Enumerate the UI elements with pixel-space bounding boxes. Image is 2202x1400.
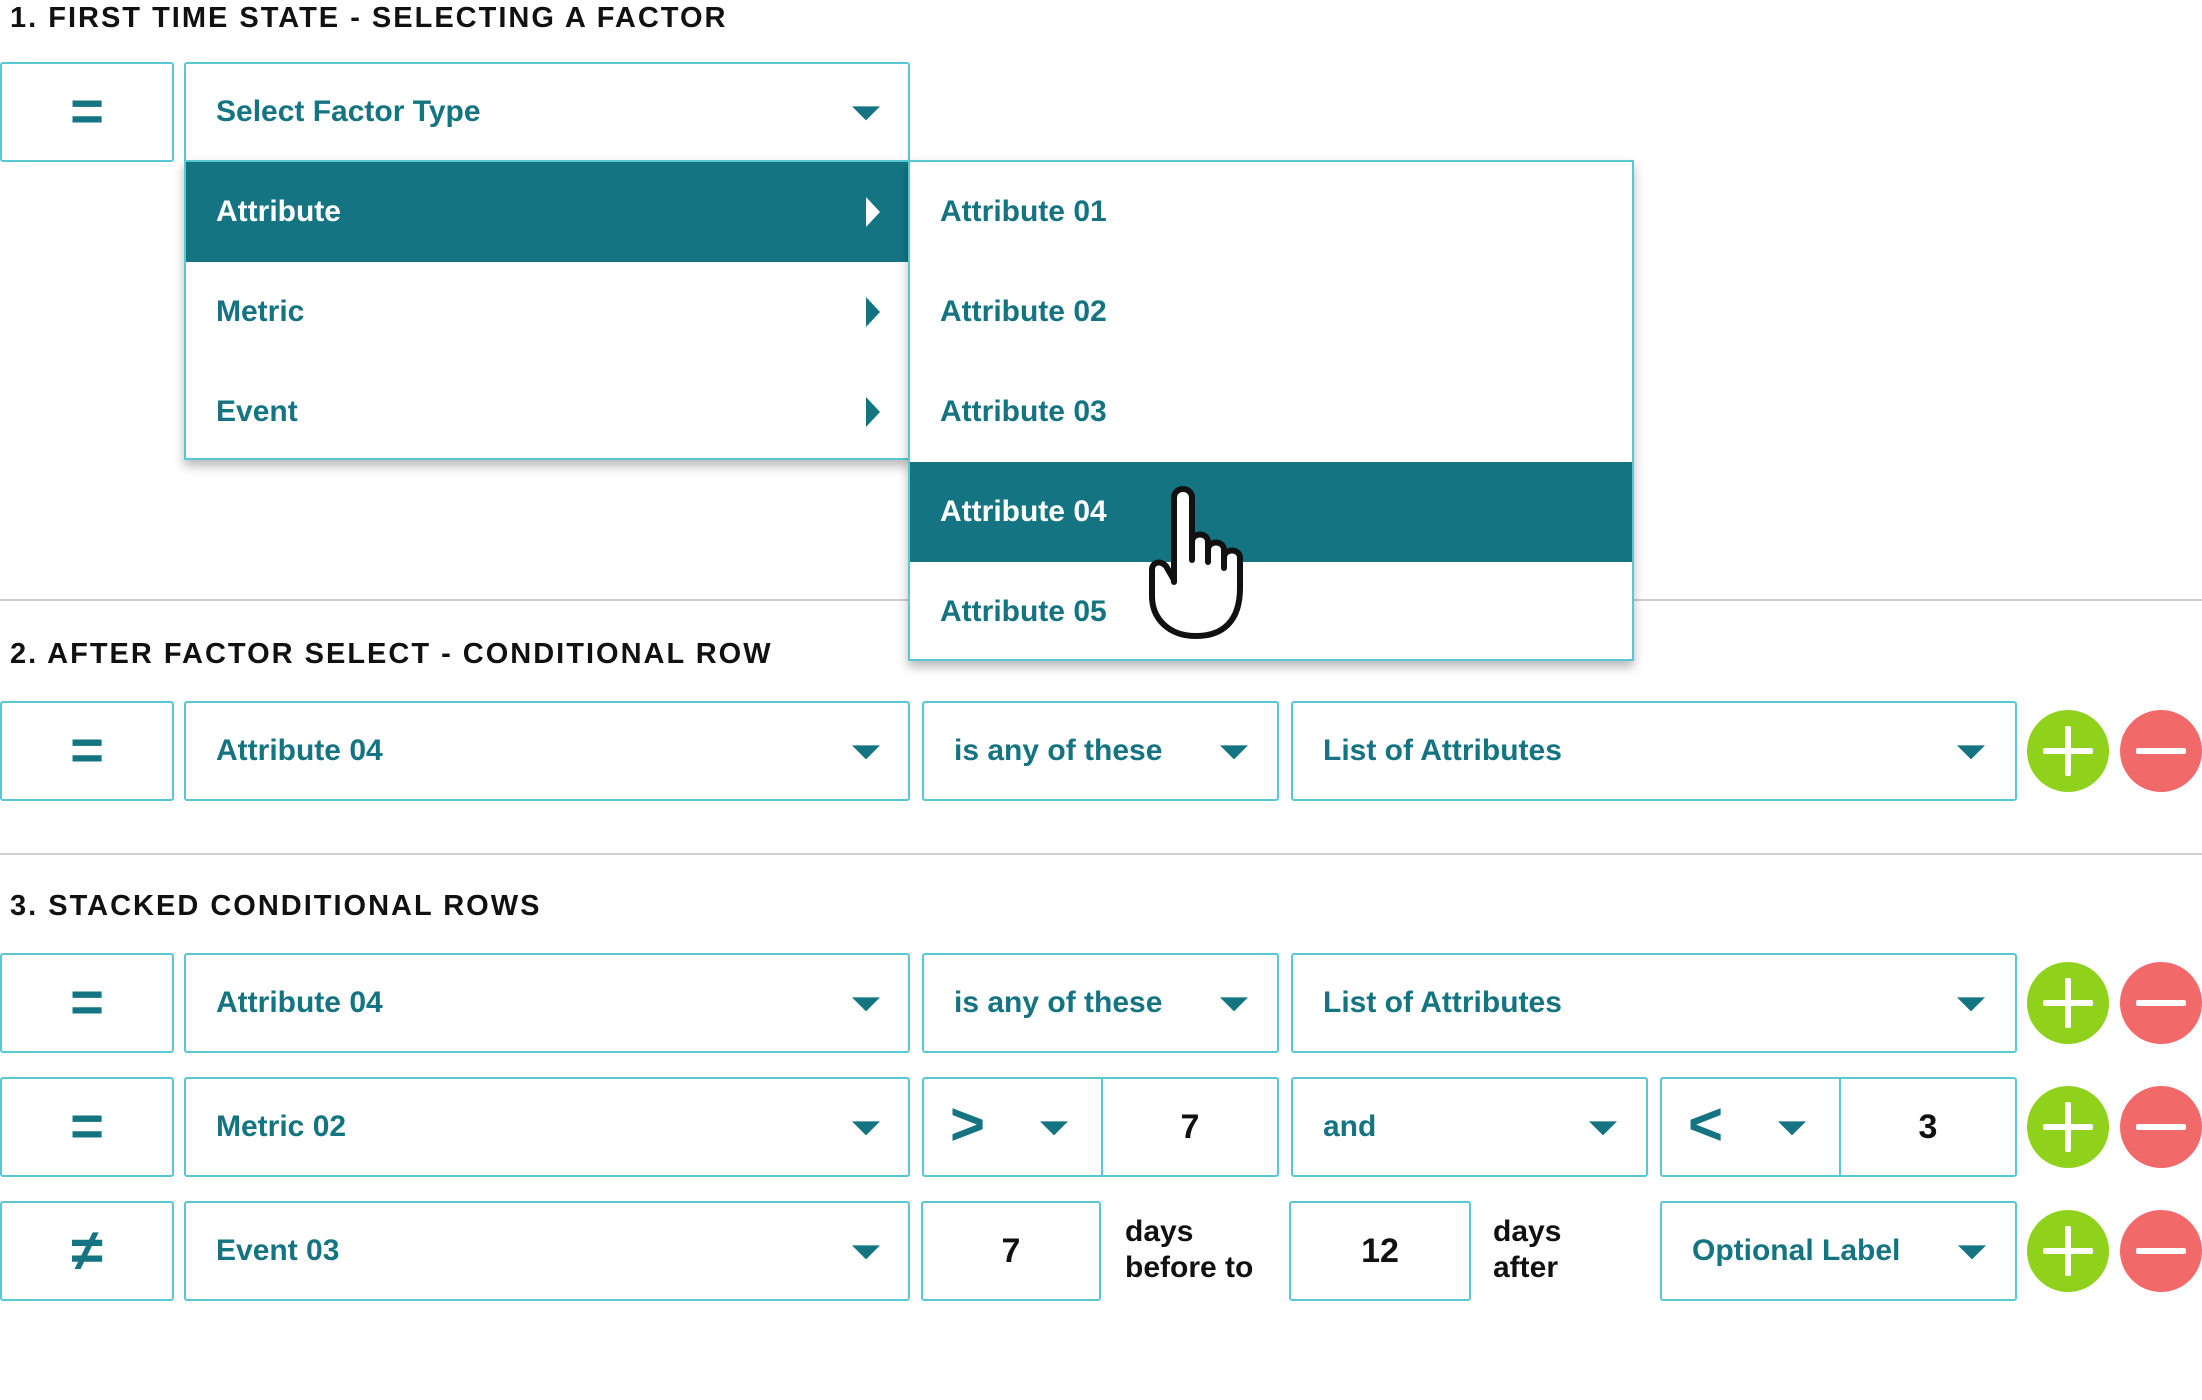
- factor-value: Attribute 04: [216, 734, 383, 767]
- comparison-operator-1[interactable]: >: [950, 1094, 985, 1155]
- days-after-value: 12: [1361, 1231, 1399, 1270]
- factor-type-menu: Attribute Metric Event: [184, 160, 910, 460]
- condition-value: is any of these: [954, 986, 1163, 1019]
- factor-dropdown[interactable]: Event 03: [184, 1201, 910, 1301]
- add-row-button[interactable]: [2027, 1210, 2109, 1292]
- days-before-label: days before to: [1125, 1215, 1254, 1284]
- caret-down-icon: [1220, 745, 1248, 760]
- factor-type-placeholder: Select Factor Type: [216, 95, 481, 128]
- factor-dropdown[interactable]: Attribute 04: [184, 953, 910, 1053]
- operator-symbol: ≠: [71, 1218, 103, 1283]
- operator-toggle[interactable]: ≠: [0, 1201, 174, 1301]
- section-3-heading: 3. STACKED CONDITIONAL ROWS: [10, 890, 542, 922]
- joiner-dropdown[interactable]: and: [1291, 1077, 1648, 1177]
- operator-symbol: =: [70, 718, 104, 783]
- caret-down-icon[interactable]: [1040, 1121, 1068, 1136]
- caret-down-icon: [1957, 997, 1985, 1012]
- days-before-input[interactable]: 7: [921, 1201, 1101, 1301]
- caret-down-icon: [852, 997, 880, 1012]
- section-1-heading: 1. FIRST TIME STATE - SELECTING A FACTOR: [10, 2, 728, 34]
- joiner-value: and: [1323, 1110, 1377, 1143]
- value-dropdown[interactable]: List of Attributes: [1291, 701, 2017, 801]
- condition-dropdown[interactable]: is any of these: [922, 701, 1279, 801]
- caret-down-icon[interactable]: [1778, 1121, 1806, 1136]
- operator-toggle[interactable]: =: [0, 701, 174, 801]
- operator-symbol: =: [70, 970, 104, 1035]
- comparison-value-2[interactable]: 3: [1841, 1079, 2015, 1175]
- operator-symbol: =: [70, 79, 104, 144]
- hand-pointer-icon: [1149, 486, 1243, 639]
- value-text: List of Attributes: [1323, 734, 1562, 767]
- caret-down-icon: [1220, 997, 1248, 1012]
- days-before-value: 7: [1001, 1231, 1021, 1270]
- caret-right-icon: [866, 197, 880, 227]
- days-after-input[interactable]: 12: [1289, 1201, 1471, 1301]
- operator-toggle[interactable]: =: [0, 953, 174, 1053]
- submenu-item-attribute-02[interactable]: Attribute 02: [910, 262, 1632, 362]
- caret-down-icon: [852, 1245, 880, 1260]
- section-2-heading: 2. AFTER FACTOR SELECT - CONDITIONAL ROW: [10, 638, 773, 670]
- comparison-value-1[interactable]: 7: [1103, 1079, 1277, 1175]
- operator-symbol: =: [70, 1094, 104, 1159]
- menu-item-event[interactable]: Event: [186, 362, 908, 462]
- value-dropdown[interactable]: List of Attributes: [1291, 953, 2017, 1053]
- factor-dropdown[interactable]: Metric 02: [184, 1077, 910, 1177]
- comparison-group-1: > 7: [922, 1077, 1279, 1177]
- caret-right-icon: [866, 297, 880, 327]
- submenu-item-attribute-01[interactable]: Attribute 01: [910, 162, 1632, 262]
- section-divider: [0, 853, 2202, 855]
- add-row-button[interactable]: [2027, 962, 2109, 1044]
- submenu-item-attribute-03[interactable]: Attribute 03: [910, 362, 1632, 462]
- caret-down-icon: [1958, 1245, 1986, 1260]
- operator-toggle[interactable]: =: [0, 62, 174, 162]
- value-text: List of Attributes: [1323, 986, 1562, 1019]
- caret-down-icon: [1589, 1121, 1617, 1136]
- days-after-label: days after: [1493, 1215, 1562, 1284]
- remove-row-button[interactable]: [2120, 710, 2202, 792]
- optional-label-dropdown[interactable]: Optional Label: [1660, 1201, 2017, 1301]
- caret-down-icon: [852, 106, 880, 121]
- optional-label-value: Optional Label: [1692, 1234, 1901, 1267]
- comparison-group-2: < 3: [1660, 1077, 2017, 1177]
- factor-value: Event 03: [216, 1234, 340, 1267]
- factor-type-dropdown[interactable]: Select Factor Type: [184, 62, 910, 162]
- add-row-button[interactable]: [2027, 710, 2109, 792]
- caret-right-icon: [866, 397, 880, 427]
- caret-down-icon: [852, 1121, 880, 1136]
- remove-row-button[interactable]: [2120, 962, 2202, 1044]
- menu-item-metric[interactable]: Metric: [186, 262, 908, 362]
- menu-item-attribute[interactable]: Attribute: [186, 162, 908, 262]
- condition-value: is any of these: [954, 734, 1163, 767]
- factor-value: Metric 02: [216, 1110, 347, 1143]
- factor-value: Attribute 04: [216, 986, 383, 1019]
- operator-toggle[interactable]: =: [0, 1077, 174, 1177]
- remove-row-button[interactable]: [2120, 1210, 2202, 1292]
- comparison-operator-2[interactable]: <: [1688, 1094, 1723, 1155]
- add-row-button[interactable]: [2027, 1086, 2109, 1168]
- remove-row-button[interactable]: [2120, 1086, 2202, 1168]
- condition-dropdown[interactable]: is any of these: [922, 953, 1279, 1053]
- caret-down-icon: [1957, 745, 1985, 760]
- caret-down-icon: [852, 745, 880, 760]
- factor-dropdown[interactable]: Attribute 04: [184, 701, 910, 801]
